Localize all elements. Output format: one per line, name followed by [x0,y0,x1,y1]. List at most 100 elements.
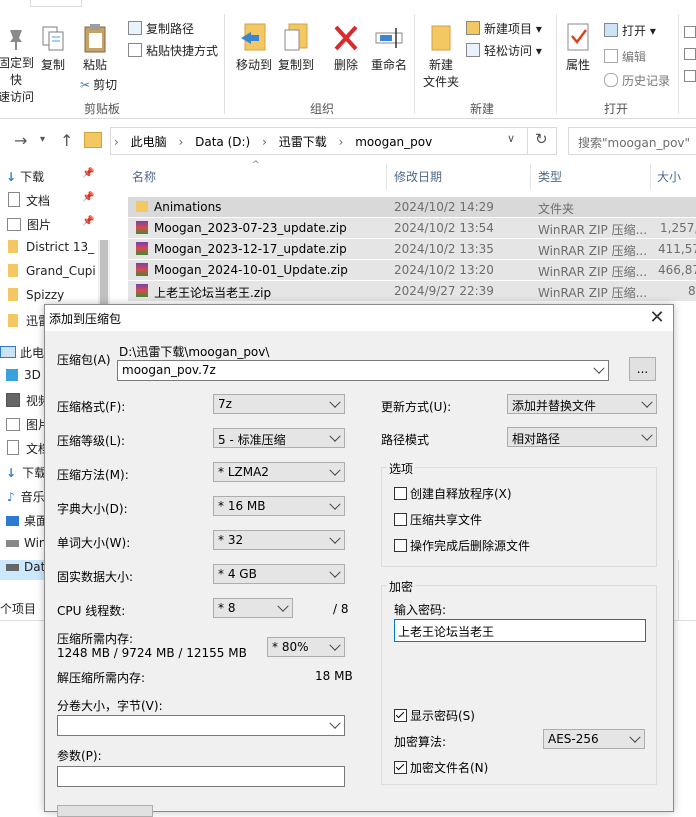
enc-method-select[interactable]: AES-256 [543,729,645,749]
delete-button[interactable]: 删除 [330,22,362,73]
format-select[interactable]: 7z [213,394,345,414]
address-dropdown-icon[interactable]: ∨ [507,132,515,145]
method-select[interactable]: * LZMA2 [213,462,345,482]
document-icon [8,192,20,207]
new-item-button[interactable]: 新建项目 ▾ [466,20,542,37]
solid-select[interactable]: * 4 GB [213,564,345,584]
nav-item-documents[interactable]: 文档 [0,440,50,457]
address-bar[interactable]: › 此电脑 › Data (D:) › 迅雷下载 › moogan_pov ∨ … [84,127,557,155]
folder-icon [8,288,18,301]
tab-home[interactable] [30,0,82,7]
pinned-icon: 📌 [82,168,95,179]
column-header-size[interactable]: 大小 [657,168,681,190]
nav-item-documents[interactable]: 文档 📌 [0,192,94,209]
pin-quick-access-button[interactable]: 固定到快 速访问 [0,26,38,105]
nav-item-folder[interactable]: District 13_ [0,240,94,254]
delete-x-icon [334,25,358,51]
breadcrumb-downloads[interactable]: 迅雷下载 [279,135,327,149]
show-password-checkbox[interactable]: 显示密码(S) [394,707,475,724]
browse-button[interactable]: ... [629,357,656,381]
up-arrow-icon[interactable]: ↑ [60,131,73,150]
new-group-label: 新建 [470,102,495,116]
nav-item-downloads[interactable]: ↓ 下载 [0,464,46,481]
properties-button[interactable]: 属性 [560,22,596,73]
right-scroll-area [678,560,696,620]
cut-button[interactable]: ✂ 剪切 [80,76,117,93]
dialog-button[interactable] [57,805,153,817]
table-row[interactable]: 上老王论坛当老王.zip 2024/9/27 22:39 WinRAR ZIP … [128,281,696,301]
table-row[interactable]: Moogan_2024-10-01_Update.zip 2024/10/2 1… [128,260,696,280]
copy-button[interactable]: 复制 [38,24,68,73]
nav-item-pictures[interactable]: 图片 📌 [0,216,94,233]
select-all-icon [684,26,696,38]
options-title: 选项 [387,460,416,477]
column-header-type[interactable]: 类型 [538,168,562,190]
path-select[interactable]: 相对路径 [507,427,657,447]
table-row[interactable]: Moogan_2023-12-17_update.zip 2024/10/2 1… [128,239,696,259]
params-input[interactable] [57,766,345,787]
archive-name-combo[interactable]: moogan_pov.7z [117,360,609,381]
breadcrumb-drive[interactable]: Data (D:) [195,135,250,149]
nav-item-drive-c[interactable]: Win [0,536,47,550]
table-row[interactable]: Moogan_2023-07-23_update.zip 2024/10/2 1… [128,218,696,238]
open-group-label: 打开 [604,102,629,116]
status-item-count: 个项目 [0,602,37,616]
folder-icon [8,314,18,327]
move-to-button[interactable]: 移动到 [234,22,274,73]
forward-arrow-icon[interactable]: → [14,131,27,150]
nav-item-pictures[interactable]: 图片 [0,416,50,433]
select-icons[interactable] [684,26,696,86]
enc-method-label: 加密算法: [394,735,447,749]
table-row[interactable]: Animations 2024/10/2 14:29 文件夹 [128,197,696,217]
copy-to-button[interactable]: 复制到 [276,22,316,73]
threads-total: / 8 [333,602,349,616]
nav-item-music[interactable]: ♪ 音乐 [0,488,45,505]
close-icon[interactable]: ✕ [645,306,669,330]
nav-item-3d[interactable]: 3D [0,368,41,382]
nav-item-this-pc[interactable]: 此电 [0,344,44,361]
sfx-checkbox[interactable]: 创建自释放程序(X) [394,485,512,502]
video-icon [6,393,20,407]
nav-item-folder[interactable]: Spizzy [0,288,64,302]
paste-button[interactable]: 粘贴 [80,22,110,73]
cube-icon [6,369,18,381]
breadcrumb-this-pc[interactable]: 此电脑 [131,135,167,149]
easy-access-button[interactable]: 轻松访问 ▾ [466,42,542,59]
nav-item-folder[interactable]: 迅雷 [0,312,50,329]
nav-item-downloads[interactable]: ↓ 下载 📌 [0,168,94,185]
nav-item-desktop[interactable]: 桌面 [0,512,48,529]
delete-source-checkbox[interactable]: 操作完成后删除源文件 [394,537,530,554]
recent-chevron-icon[interactable]: ▾ [40,134,45,145]
open-button[interactable]: 打开 ▾ [604,22,656,39]
mem-percent-select[interactable]: * 80% [267,637,345,657]
update-select[interactable]: 添加并替换文件 [507,394,657,414]
pinned-icon: 📌 [82,192,95,203]
decomp-label: 解压缩所需内存: [57,671,146,685]
breadcrumb-current[interactable]: moogan_pov [355,135,432,149]
refresh-icon[interactable]: ↻ [535,130,548,148]
edit-button[interactable]: 编辑 [604,48,646,65]
password-input[interactable]: 上老王论坛当老王 [394,619,646,642]
new-folder-button[interactable]: 新建 文件夹 [420,22,462,90]
column-header-name[interactable]: 名称 [132,168,156,190]
search-box[interactable]: 搜索"moogan_pov" [568,127,696,155]
rename-button[interactable]: 重命名 [368,22,410,73]
split-size-combo[interactable] [57,715,345,736]
threads-select[interactable]: * 8 [213,598,293,618]
nav-item-folder[interactable]: Grand_Cupi [0,264,96,278]
history-button[interactable]: 历史记录 [604,72,670,89]
dict-select[interactable]: * 16 MB [213,496,345,516]
column-header-date[interactable]: 修改日期 [394,168,442,190]
paste-shortcut-button[interactable]: 粘贴快捷方式 [128,42,218,59]
copy-path-button[interactable]: 复制路径 [128,20,194,37]
shared-checkbox[interactable]: 压缩共享文件 [394,511,482,528]
checkbox-icon [394,487,407,500]
nav-item-videos[interactable]: 视频 [0,392,50,409]
music-note-icon: ♪ [7,490,15,504]
add-to-archive-dialog: 添加到压缩包 ✕ 压缩包(A) D:\迅雷下载\moogan_pov\ moog… [44,304,674,817]
word-select[interactable]: * 32 [213,530,345,550]
search-placeholder: 搜索"moogan_pov" [578,136,691,150]
chevron-down-icon [329,498,341,510]
level-select[interactable]: 5 - 标准压缩 [213,428,345,448]
encrypt-names-checkbox[interactable]: 加密文件名(N) [394,759,488,776]
